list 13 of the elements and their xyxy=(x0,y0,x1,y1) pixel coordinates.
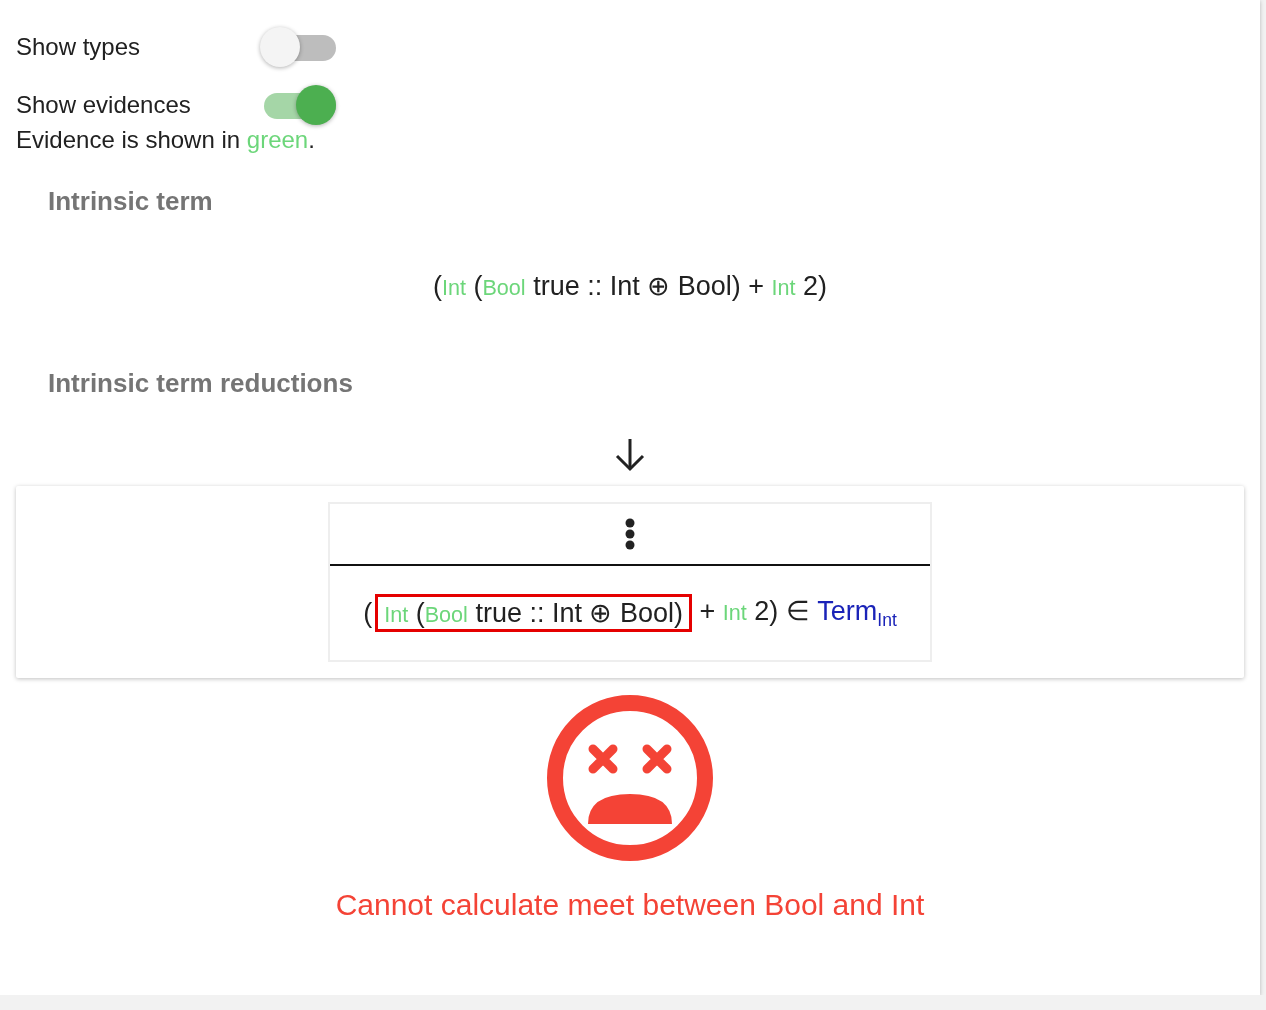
toggle-label: Show evidences xyxy=(16,91,192,119)
section-heading: Intrinsic term reductions xyxy=(47,367,354,400)
evidence-note: Evidence is shown in green. xyxy=(16,126,316,154)
term-formula: (Int (Bool true :: Int ⊕ Bool) + Int 2) xyxy=(432,271,828,301)
toggle-label: Show types xyxy=(16,33,142,61)
highlighted-subterm: Int (Bool true :: Int ⊕ Bool) xyxy=(375,594,692,632)
section-heading: Intrinsic term xyxy=(47,185,214,218)
error-message: Cannot calculate meet between Bool and Int xyxy=(335,888,925,922)
term-fragment: ( xyxy=(363,597,373,629)
term-fragment: + Int 2) ∈ Term$_{Int}$ xyxy=(698,594,897,632)
vertical-ellipsis-icon xyxy=(625,518,635,550)
toggle-switch[interactable] xyxy=(260,25,336,69)
sad-face-icon xyxy=(546,694,714,862)
